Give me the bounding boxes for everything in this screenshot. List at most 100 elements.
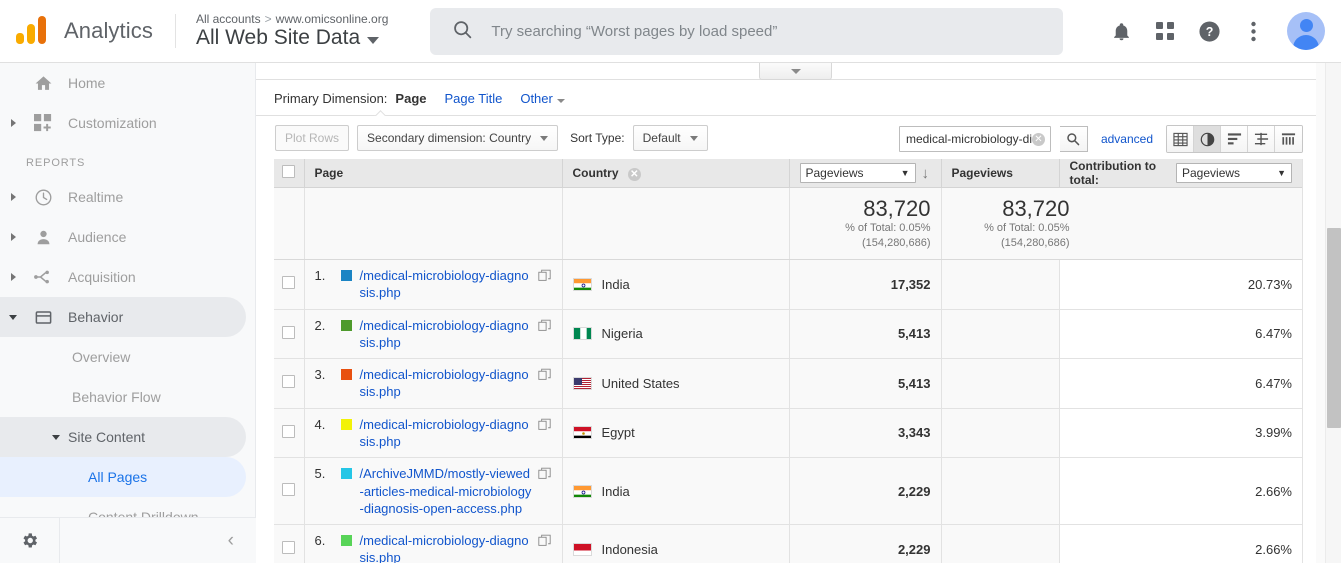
metric-select[interactable]: Pageviews ▼	[800, 163, 916, 183]
column-header-country[interactable]: Country ✕	[562, 159, 789, 188]
sidebar-item-all-pages[interactable]: All Pages	[0, 457, 246, 497]
table-body: 83,720 % of Total: 0.05% (154,280,686) 8…	[274, 188, 1302, 563]
sidebar-item-realtime[interactable]: Realtime	[0, 177, 246, 217]
row-page-link[interactable]: /medical-microbiology-diagnosis.php	[360, 416, 532, 451]
help-icon[interactable]: ?	[1189, 11, 1229, 51]
row-page-link[interactable]: /medical-microbiology-diagnosis.php	[360, 532, 532, 563]
table-row[interactable]: 3. /medical-microbiology-diagnosis.php	[274, 359, 1302, 409]
open-in-new-icon[interactable]	[538, 319, 552, 335]
sidebar-item-behavior[interactable]: Behavior	[0, 297, 246, 337]
table-row[interactable]: 1. /medical-microbiology-diagnosis.php	[274, 260, 1302, 310]
primary-dimension-page-title[interactable]: Page Title	[445, 91, 503, 106]
summary-contrib-pct: % of Total: 0.05%	[952, 221, 1070, 236]
table-row[interactable]: 5. /ArchiveJMMD/mostly-viewed-articles-m…	[274, 458, 1302, 525]
table-search-button[interactable]	[1060, 126, 1088, 152]
table-search-input[interactable]	[906, 132, 1032, 146]
row-checkbox[interactable]	[282, 375, 295, 388]
column-header-page[interactable]: Page	[304, 159, 562, 188]
remove-secondary-dimension-icon[interactable]: ✕	[628, 168, 641, 181]
pivot-view-icon[interactable]	[1275, 126, 1302, 152]
row-page-link[interactable]: /medical-microbiology-diagnosis.php	[360, 267, 532, 302]
global-search[interactable]	[430, 8, 1063, 55]
more-vert-icon[interactable]	[1233, 11, 1273, 51]
primary-dimension-other[interactable]: Other	[520, 91, 565, 106]
table-row[interactable]: 4. /medical-microbiology-diagnosis.php	[274, 408, 1302, 458]
table-row[interactable]: 2. /medical-microbiology-diagnosis.php	[274, 309, 1302, 359]
collapse-sidebar-button[interactable]: ‹	[228, 530, 234, 552]
home-icon	[26, 74, 60, 93]
row-page-link[interactable]: /medical-microbiology-diagnosis.php	[360, 317, 532, 352]
row-rank: 4.	[315, 416, 341, 432]
open-in-new-icon[interactable]	[538, 467, 552, 483]
plot-rows-button[interactable]: Plot Rows	[275, 125, 349, 151]
breadcrumb-property[interactable]: www.omicsonline.org	[276, 12, 389, 26]
clear-search-icon[interactable]: ✕	[1032, 133, 1045, 146]
apps-grid-icon[interactable]	[1145, 11, 1185, 51]
flag-in	[573, 485, 592, 498]
table-summary-row: 83,720 % of Total: 0.05% (154,280,686) 8…	[274, 188, 1302, 260]
contribution-metric-select[interactable]: Pageviews ▼	[1176, 163, 1292, 183]
bell-icon[interactable]	[1101, 11, 1141, 51]
row-contribution: 2.66%	[1059, 525, 1302, 563]
row-country-cell: United States	[562, 359, 789, 409]
secondary-dimension-button[interactable]: Secondary dimension: Country	[357, 125, 558, 151]
advanced-filter-link[interactable]: advanced	[1101, 132, 1153, 146]
sidebar-item-site-content[interactable]: Site Content	[0, 417, 246, 457]
sidebar-item-acquisition[interactable]: Acquisition	[0, 257, 246, 297]
avatar[interactable]	[1287, 12, 1325, 50]
selected-tab-notch	[374, 109, 387, 116]
sidebar-item-behavior-flow[interactable]: Behavior Flow	[0, 377, 246, 417]
account-selector[interactable]: All accounts>www.omicsonline.org All Web…	[196, 12, 388, 51]
sidebar-item-audience[interactable]: Audience	[0, 217, 246, 257]
row-country-cell: India	[562, 458, 789, 525]
contribution-label: Contribution to total:	[1070, 159, 1171, 187]
row-page-link[interactable]: /ArchiveJMMD/mostly-viewed-articles-medi…	[360, 465, 532, 517]
global-search-input[interactable]	[491, 23, 1049, 40]
sidebar-item-overview[interactable]: Overview	[0, 337, 246, 377]
expand-arrow-icon[interactable]	[0, 119, 26, 127]
comparison-view-icon[interactable]	[1248, 126, 1275, 152]
summary-contrib-total: (154,280,686)	[952, 236, 1070, 251]
expand-arrow-icon[interactable]	[0, 193, 26, 201]
view-name[interactable]: All Web Site Data	[196, 26, 388, 51]
select-all-checkbox[interactable]	[282, 165, 295, 178]
collapse-graph-tab[interactable]	[759, 63, 832, 80]
collapse-arrow-icon[interactable]	[0, 315, 26, 320]
flag-eg	[573, 426, 592, 439]
expand-arrow-icon[interactable]	[0, 233, 26, 241]
column-header-country-label: Country	[573, 166, 619, 180]
plot-rows-label: Plot Rows	[285, 131, 339, 145]
open-in-new-icon[interactable]	[538, 418, 552, 434]
row-checkbox[interactable]	[282, 425, 295, 438]
sidebar-item-customization[interactable]: Customization	[0, 103, 246, 143]
primary-dimension-page[interactable]: Page	[395, 91, 426, 106]
open-in-new-icon[interactable]	[538, 534, 552, 550]
contribution-select-value: Pageviews	[1182, 166, 1240, 180]
row-checkbox[interactable]	[282, 276, 295, 289]
row-checkbox[interactable]	[282, 326, 295, 339]
collapse-arrow-icon	[52, 435, 60, 440]
percentage-pie-view-icon[interactable]	[1194, 126, 1221, 152]
performance-bar-view-icon[interactable]	[1221, 126, 1248, 152]
row-page-link[interactable]: /medical-microbiology-diagnosis.php	[360, 366, 532, 401]
row-checkbox[interactable]	[282, 483, 295, 496]
table-search[interactable]: ✕	[899, 126, 1051, 152]
open-in-new-icon[interactable]	[538, 368, 552, 384]
table-view-icon[interactable]	[1167, 126, 1194, 152]
table-row[interactable]: 6. /medical-microbiology-diagnosis.php	[274, 525, 1302, 563]
page-scrollbar[interactable]	[1325, 63, 1341, 563]
sort-descending-icon[interactable]: ↓	[922, 166, 930, 181]
open-in-new-icon[interactable]	[538, 269, 552, 285]
row-rank: 6.	[315, 532, 341, 548]
page-scrollbar-thumb[interactable]	[1327, 228, 1341, 428]
inner-scroll-track[interactable]	[1316, 63, 1325, 563]
gear-icon[interactable]	[0, 518, 60, 563]
sidebar-item-home[interactable]: Home	[0, 63, 246, 103]
expand-arrow-icon[interactable]	[0, 273, 26, 281]
column-header-pageviews[interactable]: Pageviews	[941, 159, 1059, 188]
row-checkbox[interactable]	[282, 541, 295, 554]
sort-type-button[interactable]: Default	[633, 125, 708, 151]
breadcrumb-all-accounts[interactable]: All accounts	[196, 12, 261, 26]
chevron-down-icon	[367, 37, 379, 44]
sort-type-value: Default	[643, 131, 681, 145]
